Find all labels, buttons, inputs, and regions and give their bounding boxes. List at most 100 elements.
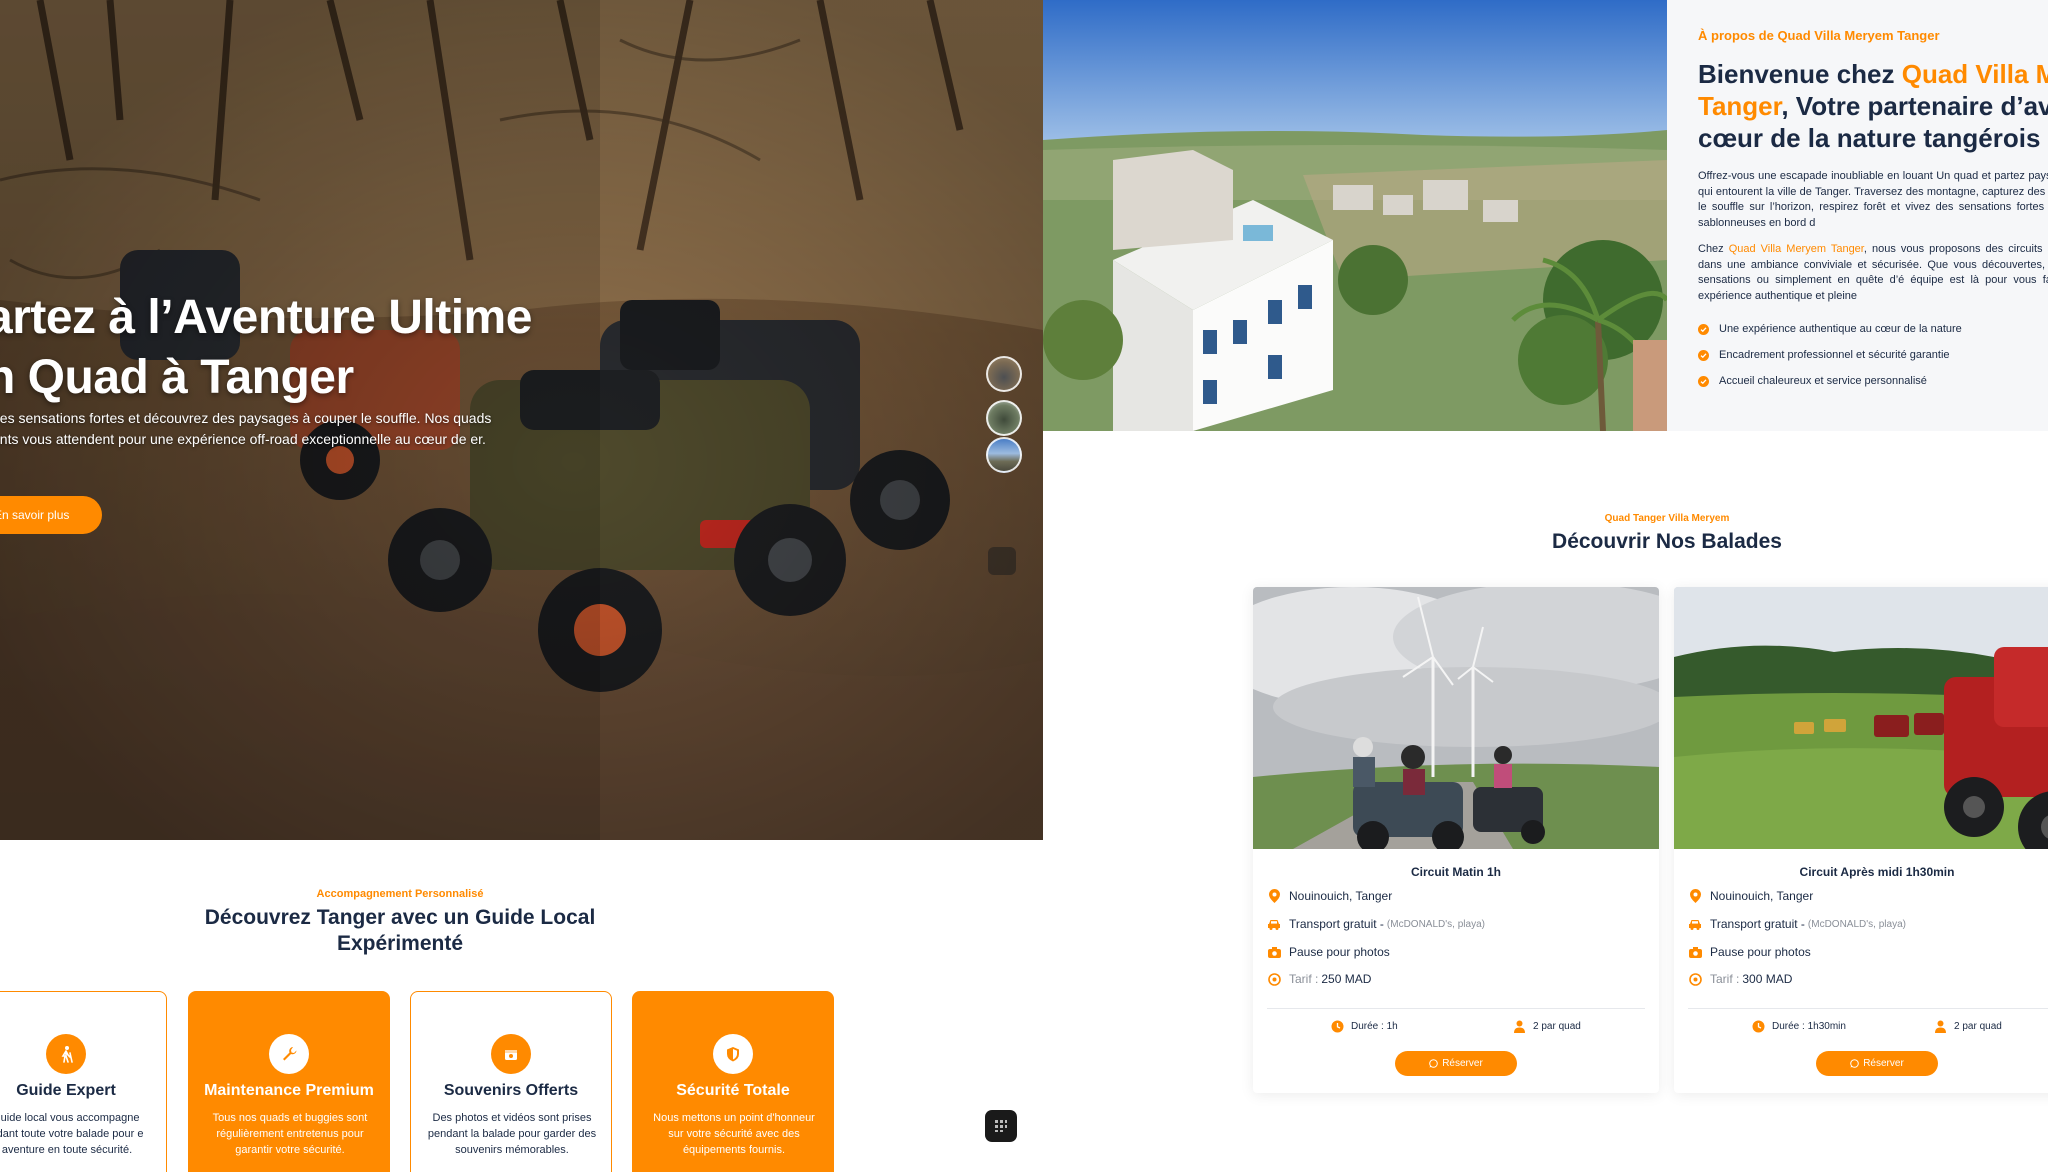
user-icon <box>1514 1020 1525 1033</box>
hero-subtitle: des sensations fortes et découvrez des p… <box>0 410 492 447</box>
about-title: Bienvenue chez Quad Villa Me Tanger, Vot… <box>1698 58 2048 154</box>
reserve-label: Réserver <box>1442 1058 1483 1069</box>
feature-title: Sécurité Totale <box>676 1082 790 1099</box>
divider <box>1688 1008 2048 1009</box>
reserve-label: Réserver <box>1863 1058 1904 1069</box>
tour-capacity: 2 par quad <box>1934 1020 2002 1033</box>
tour-photos-row: Pause pour photos <box>1267 945 1390 959</box>
hero-title-line-1: artez à l’Aventure Ultime <box>0 291 532 344</box>
tour-card-2: Circuit Après midi 1h30min Nouinouich, T… <box>1674 587 2048 1093</box>
checklist-text: Une expérience authentique au cœur de la… <box>1719 323 1962 335</box>
about-paragraph-2: Chez Quad Villa Meryem Tanger, nous vous… <box>1698 242 2048 305</box>
check-icon <box>1698 349 1709 361</box>
reserve-button[interactable]: Réserver <box>1816 1051 1938 1076</box>
about-p2-brand-link[interactable]: Quad Villa Meryem Tanger <box>1729 243 1864 255</box>
tour-duration: Durée : 1h <box>1331 1020 1398 1033</box>
tour-photos: Pause pour photos <box>1710 945 1811 959</box>
tour-price-row: Tarif : 300 MAD <box>1688 972 1792 986</box>
tour-transport-row: Transport gratuit - (McDONALD's, playa) <box>1688 917 1906 931</box>
tour-transport: Transport gratuit - <box>1289 917 1384 931</box>
about-title-prefix: Bienvenue chez <box>1698 59 1902 89</box>
about-photo <box>1043 0 1667 431</box>
gift-icon <box>491 1034 531 1074</box>
hero-title-line-2: n Quad à Tanger <box>0 351 354 404</box>
floating-logo-badge[interactable] <box>985 1110 1017 1142</box>
shield-icon <box>713 1034 753 1074</box>
feature-card-securite: Sécurité Totale Nous mettons un point d'… <box>632 991 834 1172</box>
tour-capacity-text: 2 par quad <box>1954 1021 2002 1032</box>
feature-description: guide local vous accompagne ndant toute … <box>0 1112 144 1156</box>
feature-title: Maintenance Premium <box>204 1082 374 1099</box>
reserve-button[interactable]: Réserver <box>1395 1051 1517 1076</box>
tour-duration: Durée : 1h30min <box>1752 1020 1846 1033</box>
tour-photos: Pause pour photos <box>1289 945 1390 959</box>
tour-location: Nouinouich, Tanger <box>1710 889 1814 903</box>
feature-card-guide-expert: Guide Expert guide local vous accompagne… <box>0 991 167 1172</box>
feature-title: Guide Expert <box>16 1082 116 1099</box>
about-checklist: Une expérience authentique au cœur de la… <box>1698 316 1962 394</box>
tour-title: Circuit Matin 1h <box>1410 865 1501 879</box>
whatsapp-icon <box>1850 1059 1860 1068</box>
tour-transport-note: (McDONALD's, playa) <box>1807 918 1906 930</box>
hero-thumbnail-2[interactable] <box>986 400 1022 436</box>
clock-icon <box>1331 1020 1344 1033</box>
check-icon <box>1698 375 1709 387</box>
whatsapp-icon <box>1429 1059 1439 1068</box>
camera-icon <box>1688 945 1702 959</box>
checklist-item: Encadrement professionnel et sécurité ga… <box>1698 342 1962 368</box>
car-icon <box>1688 917 1702 931</box>
balades-eyebrow: Quad Tanger Villa Meryem <box>1604 513 1730 524</box>
tour-capacity: 2 par quad <box>1513 1020 1581 1033</box>
wrench-icon <box>269 1034 309 1074</box>
tour-price-label: Tarif : <box>1710 972 1740 986</box>
hero-title: artez à l’Aventure Ultime n Quad à Tange… <box>0 288 606 408</box>
tour-location-row: Nouinouich, Tanger <box>1267 889 1392 903</box>
price-tag-icon <box>1688 972 1702 986</box>
camera-icon <box>1267 945 1281 959</box>
tour-transport-note: (McDONALD's, playa) <box>1386 918 1485 930</box>
checklist-text: Encadrement professionnel et sécurité ga… <box>1719 349 1950 361</box>
guide-eyebrow: Accompagnement Personnalisé <box>316 888 484 900</box>
hero-thumbnail-3[interactable] <box>986 437 1022 473</box>
tour-price-label: Tarif : <box>1289 972 1319 986</box>
feature-description: Des photos et vidéos sont prises pendant… <box>427 1112 597 1156</box>
feature-card-souvenirs: Souvenirs Offerts Des photos et vidéos s… <box>410 991 612 1172</box>
about-p2-prefix: Chez <box>1698 243 1729 255</box>
tour-card-1: Circuit Matin 1h Nouinouich, Tanger Tran… <box>1253 587 1659 1093</box>
about-eyebrow: À propos de Quad Villa Meryem Tanger <box>1698 28 1940 43</box>
hiker-icon <box>46 1034 86 1074</box>
check-icon <box>1698 323 1709 335</box>
tour-photo <box>1674 587 2048 849</box>
feature-description: Nous mettons un point d'honneur sur votr… <box>653 1112 815 1156</box>
tour-photos-row: Pause pour photos <box>1688 945 1811 959</box>
tour-price-row: Tarif : 250 MAD <box>1267 972 1371 986</box>
checklist-item: Une expérience authentique au cœur de la… <box>1698 316 1962 342</box>
user-icon <box>1935 1020 1946 1033</box>
feature-description: Tous nos quads et buggies sont régulière… <box>212 1112 368 1156</box>
tour-price: 250 MAD <box>1321 972 1372 986</box>
hero-thumbnail-1[interactable] <box>986 356 1022 392</box>
tour-capacity-text: 2 par quad <box>1533 1021 1581 1032</box>
tour-photo <box>1253 587 1659 849</box>
feature-card-maintenance: Maintenance Premium Tous nos quads et bu… <box>188 991 390 1172</box>
map-pin-icon <box>1688 889 1702 903</box>
page: artez à l’Aventure Ultime n Quad à Tange… <box>0 0 2048 1172</box>
checklist-text: Accueil chaleureux et service personnali… <box>1719 375 1927 387</box>
guide-title: Découvrez Tanger avec un Guide Local Exp… <box>204 906 596 955</box>
learn-more-button[interactable]: En savoir plus <box>0 496 102 534</box>
balades-title: Découvrir Nos Balades <box>1552 530 1782 553</box>
divider <box>1267 1008 1645 1009</box>
tour-price: 300 MAD <box>1742 972 1793 986</box>
hero-logo-badge <box>988 547 1016 575</box>
hero-section: artez à l’Aventure Ultime n Quad à Tange… <box>0 0 1043 840</box>
feature-title: Souvenirs Offerts <box>443 1082 579 1099</box>
tour-location: Nouinouich, Tanger <box>1289 889 1393 903</box>
tour-transport: Transport gratuit - <box>1710 917 1805 931</box>
car-icon <box>1267 917 1281 931</box>
tour-duration-text: Durée : 1h30min <box>1772 1021 1846 1032</box>
tour-transport-row: Transport gratuit - (McDONALD's, playa) <box>1267 917 1485 931</box>
about-paragraph-1: Offrez-vous une escapade inoubliable en … <box>1698 170 2048 230</box>
about-section: À propos de Quad Villa Meryem Tanger Bie… <box>1667 0 2048 431</box>
price-tag-icon <box>1267 972 1281 986</box>
tour-title: Circuit Après midi 1h30min <box>1799 865 1955 879</box>
